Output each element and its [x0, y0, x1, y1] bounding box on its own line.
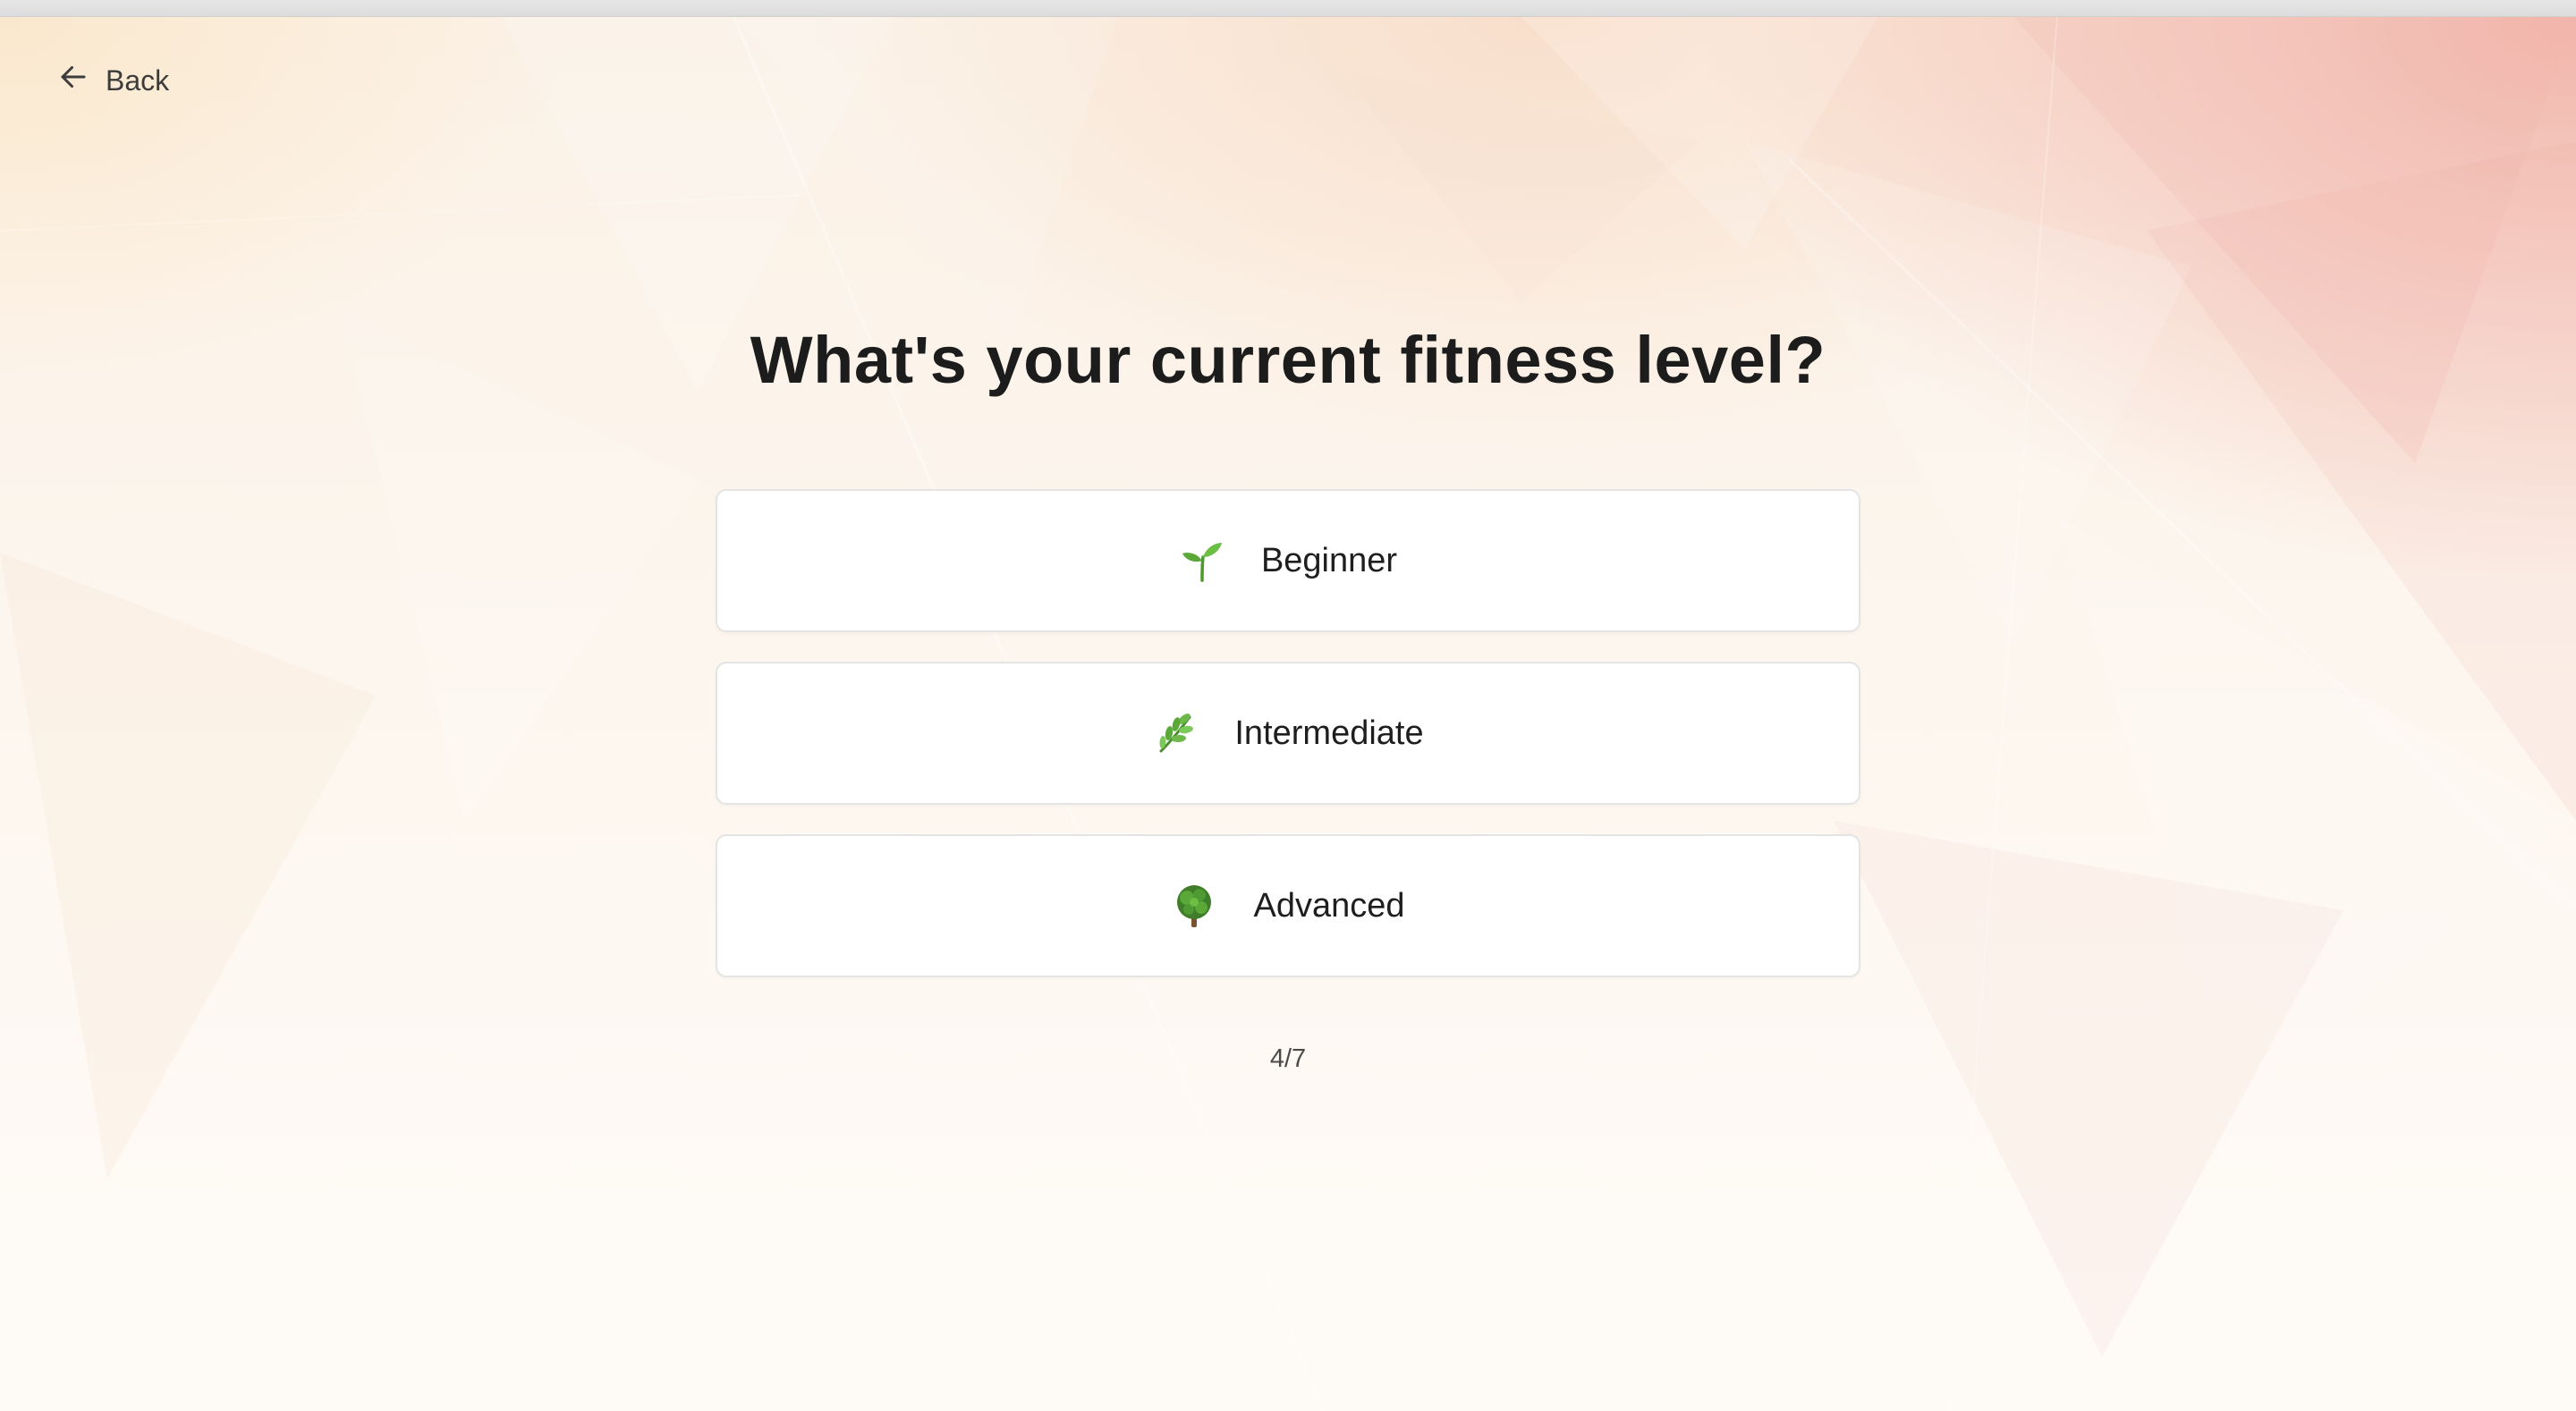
herb-icon [1152, 710, 1199, 756]
back-label: Back [106, 63, 170, 97]
option-advanced[interactable]: Advanced [716, 834, 1860, 977]
arrow-left-icon [57, 61, 89, 100]
page-title: What's your current fitness level? [750, 323, 1826, 397]
seedling-icon [1179, 537, 1225, 584]
option-label: Intermediate [1234, 714, 1424, 752]
option-intermediate[interactable]: Intermediate [716, 662, 1860, 805]
step-progress: 4/7 [1269, 1044, 1307, 1073]
option-label: Advanced [1253, 886, 1405, 925]
option-label: Beginner [1260, 541, 1398, 579]
back-button[interactable]: Back [57, 59, 169, 102]
tree-icon [1171, 883, 1217, 929]
browser-top-bar [0, 0, 2576, 17]
fitness-level-options: Beginner Intermediate Advanced [716, 489, 1860, 977]
option-beginner[interactable]: Beginner [716, 489, 1860, 632]
